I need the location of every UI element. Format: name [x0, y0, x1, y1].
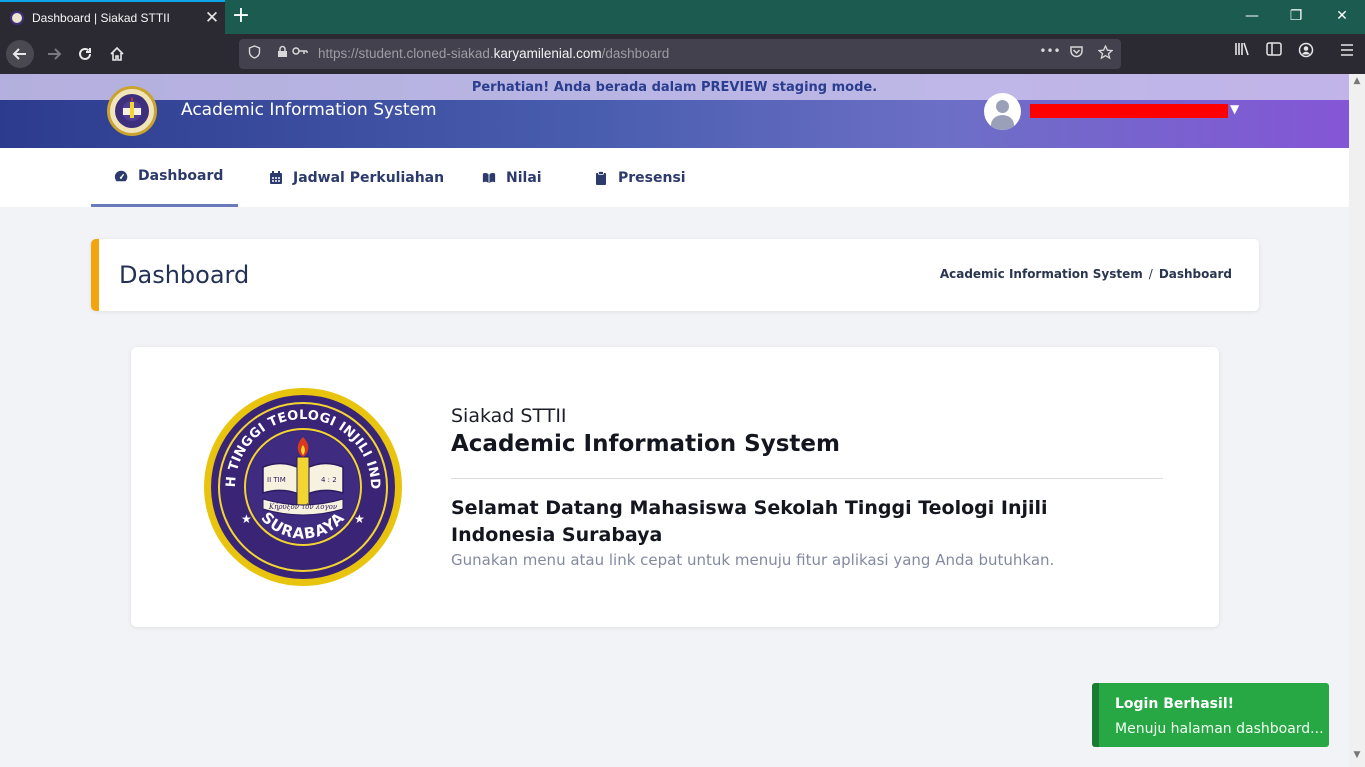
toast-body: Menuju halaman dashboard...	[1115, 721, 1324, 737]
main-navigation: Dashboard Jadwal Perkuliahan Nilai Prese…	[0, 148, 1349, 207]
reload-icon	[79, 47, 91, 60]
browser-tab[interactable]: Dashboard | Siakad STTII ✕	[0, 0, 225, 34]
nav-item-jadwal-perkuliahan[interactable]: Jadwal Perkuliahan	[269, 148, 444, 207]
sttii-logo-icon	[111, 90, 153, 132]
reload-button[interactable]	[71, 40, 99, 68]
pocket-icon[interactable]	[1067, 45, 1085, 63]
preview-banner-text: Perhatian! Anda berada dalam PREVIEW sta…	[471, 79, 878, 95]
url-path: /dashboard	[601, 46, 670, 61]
nav-item-label: Presensi	[618, 169, 686, 186]
new-tab-button[interactable]: +	[230, 4, 252, 28]
tab-title: Dashboard | Siakad STTII	[32, 11, 170, 25]
back-button[interactable]	[6, 40, 34, 68]
welcome-description: Gunakan menu atau link cepat untuk menuj…	[451, 551, 1055, 569]
banner-greek-text: Κήρυξον τὸν λόγον	[268, 503, 338, 511]
user-name-redacted[interactable]	[1030, 104, 1228, 118]
welcome-card: SEKOLAH TINGGI TEOLOGI INJILI INDONESIA …	[131, 347, 1219, 627]
nav-item-label: Nilai	[506, 169, 542, 186]
lock-icon[interactable]	[273, 45, 291, 62]
book-right-text: 4 : 2	[321, 476, 337, 484]
shield-icon[interactable]	[245, 45, 263, 63]
page-header-card: Dashboard Academic Information System / Da…	[91, 239, 1259, 311]
welcome-subtitle: Siakad STTII	[451, 405, 567, 427]
account-icon[interactable]	[1295, 42, 1317, 62]
library-icon[interactable]	[1231, 42, 1253, 60]
scroll-down-icon[interactable]: ▼	[1349, 750, 1365, 760]
url-text[interactable]: https://student.cloned-siakad.karyamilen…	[318, 46, 669, 61]
nav-item-dashboard[interactable]: Dashboard	[91, 148, 238, 207]
breadcrumb: Academic Information System / Dashboard	[940, 267, 1232, 281]
welcome-title: Academic Information System	[451, 431, 840, 457]
breadcrumb-separator: /	[1148, 267, 1153, 281]
preview-banner: Perhatian! Anda berada dalam PREVIEW sta…	[0, 74, 1349, 100]
book-left-text: II TIM	[267, 476, 286, 484]
arrow-right-icon	[48, 48, 62, 60]
key-icon[interactable]	[291, 45, 309, 60]
seal-star-right-icon: ★	[354, 512, 365, 526]
hamburger-menu-icon[interactable]	[1336, 42, 1358, 60]
url-prefix: https://student.cloned-siakad.	[318, 46, 494, 61]
breadcrumb-item-home[interactable]: Academic Information System	[940, 267, 1143, 281]
address-bar[interactable]: https://student.cloned-siakad.karyamilen…	[239, 39, 1121, 69]
arrow-left-icon	[12, 48, 26, 60]
calendar-icon	[270, 170, 282, 184]
minimize-window-button[interactable]: —	[1229, 0, 1275, 34]
site-favicon-icon	[10, 11, 24, 25]
browser-tabbar: Dashboard | Siakad STTII ✕ + — ❐ ✕	[0, 0, 1365, 34]
browser-toolbar: https://student.cloned-siakad.karyamilen…	[0, 34, 1365, 74]
sidebar-icon[interactable]	[1263, 42, 1285, 60]
url-host: karyamilenial.com	[493, 46, 602, 61]
page-title: Dashboard	[119, 261, 250, 289]
home-icon	[110, 46, 124, 61]
user-avatar-icon	[996, 100, 1009, 113]
login-success-toast[interactable]: Login Berhasil! Menuju halaman dashboard…	[1092, 683, 1329, 747]
breadcrumb-item-current: Dashboard	[1158, 267, 1232, 281]
restore-window-button[interactable]: ❐	[1273, 0, 1319, 34]
toast-title: Login Berhasil!	[1115, 696, 1234, 712]
header-logo[interactable]	[107, 86, 157, 136]
clipboard-icon	[596, 170, 606, 185]
page-actions-icon[interactable]: •••	[1039, 44, 1061, 58]
seal-star-left-icon: ★	[241, 512, 252, 526]
gauge-icon	[114, 170, 128, 182]
nav-item-presensi[interactable]: Presensi	[594, 148, 686, 207]
user-avatar-body-icon	[991, 115, 1014, 130]
user-avatar[interactable]	[984, 93, 1021, 130]
sttii-seal-logo: SEKOLAH TINGGI TEOLOGI INJILI INDONESIA …	[203, 387, 402, 586]
close-tab-icon[interactable]: ✕	[199, 8, 225, 28]
welcome-divider	[451, 478, 1163, 479]
user-menu-caret-icon[interactable]: ▼	[1230, 102, 1239, 116]
book-icon	[482, 172, 496, 183]
forward-button[interactable]	[40, 40, 68, 68]
nav-item-nilai[interactable]: Nilai	[482, 148, 542, 207]
scroll-up-icon[interactable]: ▲	[1349, 76, 1365, 86]
close-window-button[interactable]: ✕	[1319, 0, 1365, 34]
header-app-title: Academic Information System	[181, 100, 437, 120]
bookmark-star-icon[interactable]	[1096, 44, 1114, 64]
nav-item-label: Dashboard	[138, 168, 224, 184]
page-scrollbar[interactable]: ▲ ▼	[1349, 74, 1365, 767]
welcome-heading: Selamat Datang Mahasiswa Sekolah Tinggi …	[451, 497, 1048, 546]
home-button[interactable]	[103, 40, 131, 68]
nav-item-label: Jadwal Perkuliahan	[293, 169, 445, 186]
